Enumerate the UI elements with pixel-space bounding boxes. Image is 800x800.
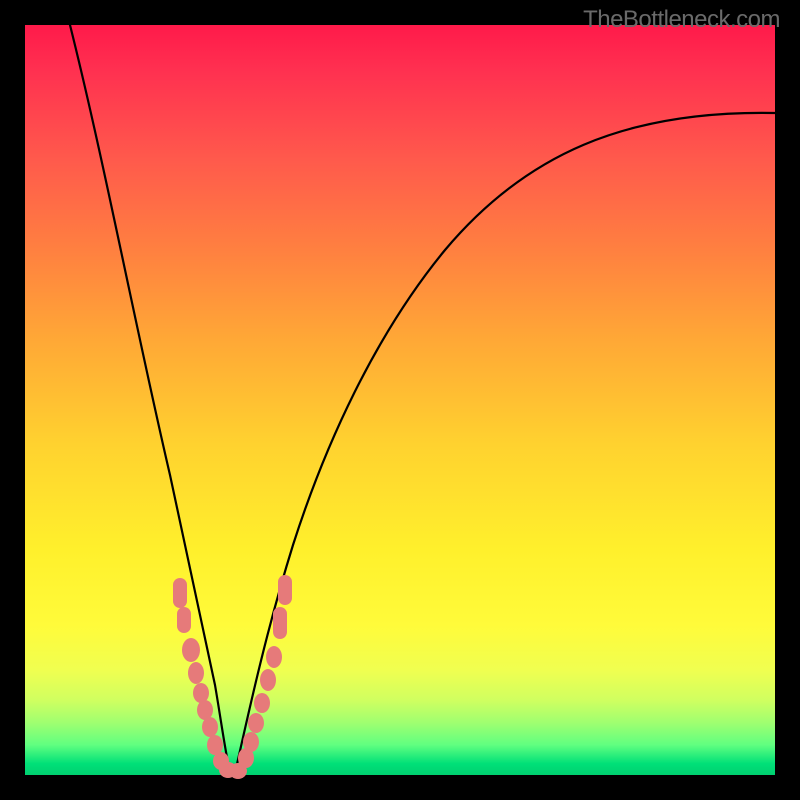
curve-left: [70, 25, 230, 773]
data-markers: [173, 575, 292, 779]
chart-container: TheBottleneck.com: [0, 0, 800, 800]
curve-svg: [25, 25, 775, 775]
plot-area: [25, 25, 775, 775]
curve-right: [235, 113, 775, 773]
watermark-text: TheBottleneck.com: [583, 6, 780, 34]
